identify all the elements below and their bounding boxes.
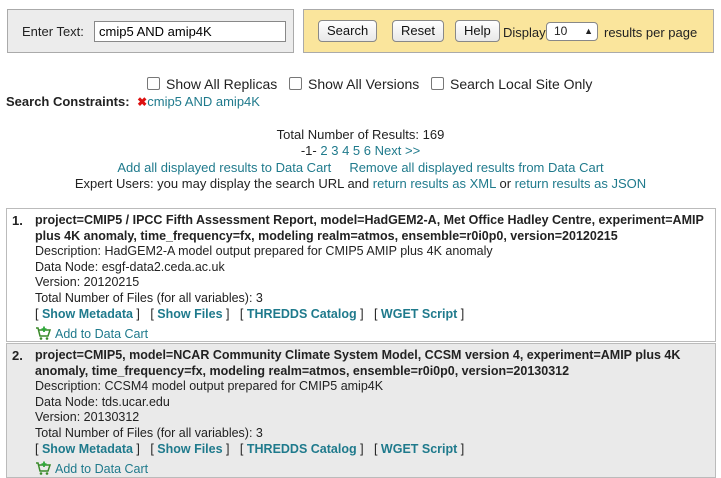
remove-constraint-icon[interactable]: ✖	[137, 95, 147, 109]
option-show-versions[interactable]: Show All Versions	[289, 76, 419, 92]
local-checkbox[interactable]	[431, 77, 444, 90]
page-link[interactable]: 3	[331, 143, 338, 158]
add-to-cart[interactable]: Add to Data Cart	[35, 326, 711, 343]
current-page: -1-	[300, 143, 317, 158]
add-to-cart-link[interactable]: Add to Data Cart	[55, 327, 148, 341]
option-local-site[interactable]: Search Local Site Only	[431, 76, 592, 92]
add-to-cart[interactable]: Add to Data Cart	[35, 461, 711, 478]
show-files-link[interactable]: Show Files	[157, 442, 222, 456]
result-number: 2.	[12, 348, 23, 363]
wget-script-link[interactable]: WGET Script	[381, 442, 457, 456]
result-description: Description: CCSM4 model output prepared…	[35, 379, 384, 393]
reset-button[interactable]: Reset	[392, 20, 444, 42]
results-per-page-value: 10	[554, 24, 568, 38]
constraint-value-link[interactable]: cmip5 AND amip4K	[147, 94, 260, 109]
result-version: Version: 20130312	[35, 410, 140, 424]
constraints-label: Search Constraints:	[6, 94, 130, 109]
select-arrows-icon: ▲	[584, 26, 593, 36]
versions-checkbox[interactable]	[289, 77, 302, 90]
page-link[interactable]: 6	[364, 143, 371, 158]
cart-actions: Add all displayed results to Data Cart R…	[0, 160, 721, 175]
local-label: Search Local Site Only	[450, 76, 593, 92]
search-controls-panel: Search Reset Help Display 10 ▲ results p…	[303, 9, 714, 53]
wget-script-link[interactable]: WGET Script	[381, 307, 457, 321]
cart-icon	[36, 326, 51, 340]
expert-users-line: Expert Users: you may display the search…	[0, 176, 721, 191]
page-link[interactable]: 2	[320, 143, 327, 158]
xml-results-link[interactable]: return results as XML	[373, 176, 496, 191]
result-title: project=CMIP5, model=NCAR Community Clim…	[35, 348, 681, 378]
result-description: Description: HadGEM2-A model output prep…	[35, 244, 493, 258]
option-show-replicas[interactable]: Show All Replicas	[147, 76, 277, 92]
result-data-node: Data Node: tds.ucar.edu	[35, 394, 170, 409]
thredds-catalog-link[interactable]: THREDDS Catalog	[247, 307, 357, 321]
next-page-link[interactable]: Next >>	[375, 143, 421, 158]
result-number: 1.	[12, 213, 23, 228]
result-files: Total Number of Files (for all variables…	[35, 290, 263, 305]
replicas-checkbox[interactable]	[147, 77, 160, 90]
expert-prefix: Expert Users: you may display the search…	[74, 176, 370, 191]
help-button[interactable]: Help	[455, 20, 500, 42]
add-to-cart-link[interactable]: Add to Data Cart	[55, 462, 148, 476]
search-constraints: Search Constraints: ✖cmip5 AND amip4K	[6, 94, 260, 109]
search-button[interactable]: Search	[318, 20, 378, 42]
result-data-node: Data Node: esgf-data2.ceda.ac.uk	[35, 259, 225, 274]
per-page-suffix: results per page	[604, 25, 698, 40]
search-input[interactable]	[94, 21, 286, 42]
result-version: Version: 20120215	[35, 275, 140, 289]
total-results: Total Number of Results: 169	[276, 127, 445, 142]
show-files-link[interactable]: Show Files	[157, 307, 222, 321]
cart-icon	[36, 461, 51, 475]
thredds-catalog-link[interactable]: THREDDS Catalog	[247, 442, 357, 456]
add-all-to-cart-link[interactable]: Add all displayed results to Data Cart	[117, 160, 331, 175]
result-item: 2. project=CMIP5, model=NCAR Community C…	[6, 343, 716, 478]
show-metadata-link[interactable]: Show Metadata	[42, 307, 133, 321]
result-item: 1. project=CMIP5 / IPCC Fifth Assessment…	[6, 208, 716, 342]
versions-label: Show All Versions	[308, 76, 420, 92]
page-link[interactable]: 4	[342, 143, 349, 158]
result-files: Total Number of Files (for all variables…	[35, 425, 263, 440]
or-text: or	[499, 176, 512, 191]
replicas-label: Show All Replicas	[166, 76, 278, 92]
pagination: -1- 2 3 4 5 6 Next >>	[0, 143, 721, 158]
result-title: project=CMIP5 / IPCC Fifth Assessment Re…	[35, 213, 704, 243]
result-links: [ Show Metadata ] [ Show Files ] [ THRED…	[35, 307, 465, 321]
results-per-page-select[interactable]: 10 ▲	[546, 22, 598, 41]
page-link[interactable]: 5	[353, 143, 360, 158]
result-links: [ Show Metadata ] [ Show Files ] [ THRED…	[35, 442, 465, 456]
display-label: Display	[503, 25, 546, 40]
show-metadata-link[interactable]: Show Metadata	[42, 442, 133, 456]
remove-all-from-cart-link[interactable]: Remove all displayed results from Data C…	[349, 160, 603, 175]
json-results-link[interactable]: return results as JSON	[515, 176, 647, 191]
search-label: Enter Text:	[22, 24, 84, 39]
search-panel: Enter Text:	[7, 9, 294, 53]
